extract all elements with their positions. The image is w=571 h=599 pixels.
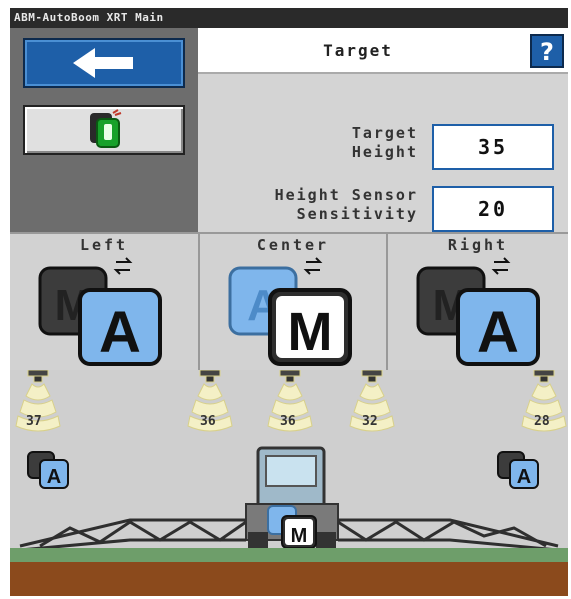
section-left[interactable]: Left M A (10, 234, 200, 370)
height-sensor-sensitivity-label: Height Sensor Sensitivity (274, 186, 418, 223)
system-power-icon (90, 109, 122, 148)
back-button[interactable] (23, 38, 185, 88)
nozzle-height-1: 37 (26, 414, 42, 429)
soil (10, 562, 568, 596)
auto-mode-icon: M A (416, 257, 540, 366)
boom-visualization: A A M 37 36 36 32 28 (10, 370, 568, 596)
section-right-mode: A (477, 300, 519, 365)
height-sensor-sensitivity-input[interactable]: 20 (432, 186, 554, 232)
arrow-left-icon (73, 48, 133, 78)
section-left-mode: A (99, 300, 141, 365)
field-auto-mode-right-icon: A (497, 451, 539, 489)
section-left-label: Left (79, 236, 129, 254)
title-bar: ABM-AutoBoom XRT Main (10, 8, 568, 28)
help-button[interactable]: ? (530, 34, 564, 68)
section-center[interactable]: Center A M (200, 234, 388, 370)
target-panel: Target ? Target Height 35 Height Sensor … (198, 28, 568, 240)
nozzle-height-3: 36 (280, 414, 296, 429)
nozzle-height-5: 28 (534, 414, 550, 429)
target-title: Target (323, 41, 393, 60)
boom-sections: Left M A Center A M Right M A (10, 232, 568, 372)
app-window: ABM-AutoBoom XRT Main Target ? Target He… (10, 8, 568, 596)
field-mode-center-text: M (291, 525, 308, 547)
crop-row (10, 548, 568, 562)
system-enable-button[interactable] (23, 105, 185, 155)
field-auto-mode-left-icon: A (27, 451, 69, 489)
manual-mode-icon: A M (228, 257, 352, 366)
target-height-label: Target Height (351, 124, 418, 161)
nozzle-height-2: 36 (200, 414, 216, 429)
auto-mode-icon: M A (38, 257, 162, 366)
section-right-label: Right (447, 236, 509, 254)
target-header: Target ? (198, 28, 568, 74)
field-mode-right-text: A (517, 466, 531, 488)
field-mode-left-text: A (47, 466, 61, 488)
section-center-mode: M (288, 302, 333, 362)
section-right[interactable]: Right M A (388, 234, 568, 370)
section-center-label: Center (256, 236, 330, 254)
target-height-input[interactable]: 35 (432, 124, 554, 170)
left-control-panel (10, 28, 198, 240)
nozzle-height-4: 32 (362, 414, 378, 429)
